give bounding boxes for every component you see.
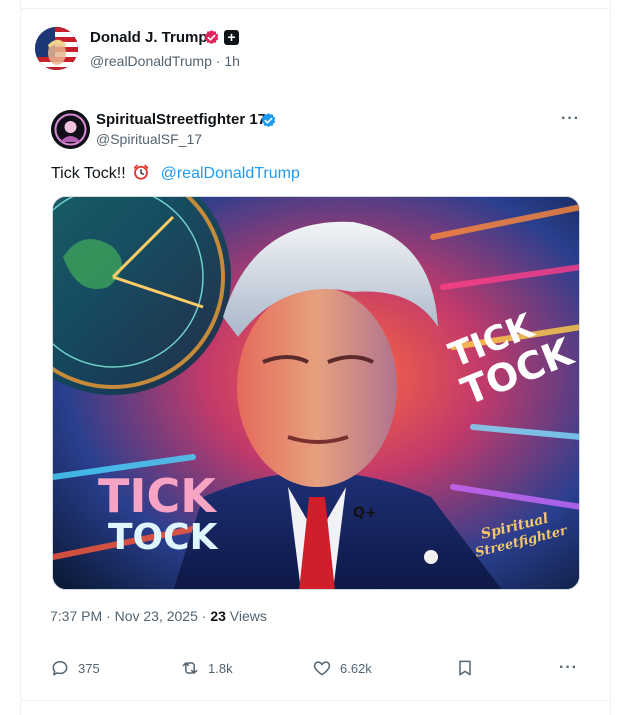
handle-text[interactable]: @realDonaldTrump bbox=[90, 53, 212, 69]
divider bbox=[20, 700, 611, 701]
tweet-body: Tick Tock!! bbox=[51, 165, 126, 182]
author-avatar[interactable] bbox=[35, 27, 78, 70]
more-options-button[interactable]: ··· bbox=[561, 110, 580, 128]
tweet-timestamp[interactable]: 7:37 PM · Nov 23, 2025 · 23 Views bbox=[50, 608, 267, 624]
image-headline-left-1: TICK bbox=[98, 469, 218, 523]
quoted-author-handle[interactable]: @SpiritualSF_17 bbox=[96, 131, 202, 147]
verified-badge-icon bbox=[204, 30, 219, 45]
repost-button[interactable]: 1.8k bbox=[180, 655, 233, 681]
repost-icon bbox=[182, 662, 198, 674]
reply-button[interactable]: 375 bbox=[50, 655, 100, 681]
quoted-author-name[interactable]: SpiritualStreetfighter 17 bbox=[96, 111, 266, 128]
action-bar: 375 1.8k 6.62k ··· bbox=[0, 655, 629, 685]
verified-badge-icon bbox=[261, 113, 276, 128]
views-count: 23 bbox=[210, 608, 226, 624]
reply-icon bbox=[52, 661, 68, 676]
alarm-clock-icon bbox=[133, 164, 149, 180]
affiliate-badge-icon: + bbox=[224, 30, 239, 45]
mention-link[interactable]: @realDonaldTrump bbox=[161, 165, 300, 182]
divider bbox=[20, 8, 611, 9]
author-name[interactable]: Donald J. Trump bbox=[90, 29, 208, 46]
more-actions-button[interactable]: ··· bbox=[559, 655, 578, 681]
timestamp-text[interactable]: 7:37 PM · Nov 23, 2025 · bbox=[50, 608, 210, 624]
reply-count: 375 bbox=[78, 660, 100, 676]
tweet-image[interactable]: TICK TOCK TICK TOCK Spiritual Streetfigh… bbox=[52, 196, 580, 590]
heart-icon bbox=[313, 661, 331, 676]
separator: · bbox=[211, 53, 225, 69]
tweet-text: Tick Tock!! @realDonaldTrump bbox=[51, 163, 300, 183]
views-label: Views bbox=[225, 608, 267, 624]
image-pin-text: Q+ bbox=[353, 505, 377, 521]
author-handle[interactable]: @realDonaldTrump · 1h bbox=[90, 53, 240, 69]
post-age[interactable]: 1h bbox=[224, 53, 240, 69]
image-headline-left-2: TOCK bbox=[108, 517, 219, 558]
bookmark-button[interactable] bbox=[455, 655, 483, 681]
like-button[interactable]: 6.62k bbox=[312, 655, 372, 681]
quoted-author-avatar[interactable] bbox=[51, 110, 90, 149]
like-count: 6.62k bbox=[340, 660, 372, 676]
bookmark-icon bbox=[459, 660, 471, 676]
quoted-post-card[interactable]: SpiritualStreetfighter 17 @SpiritualSF_1… bbox=[36, 92, 599, 647]
repost-count: 1.8k bbox=[208, 660, 233, 676]
